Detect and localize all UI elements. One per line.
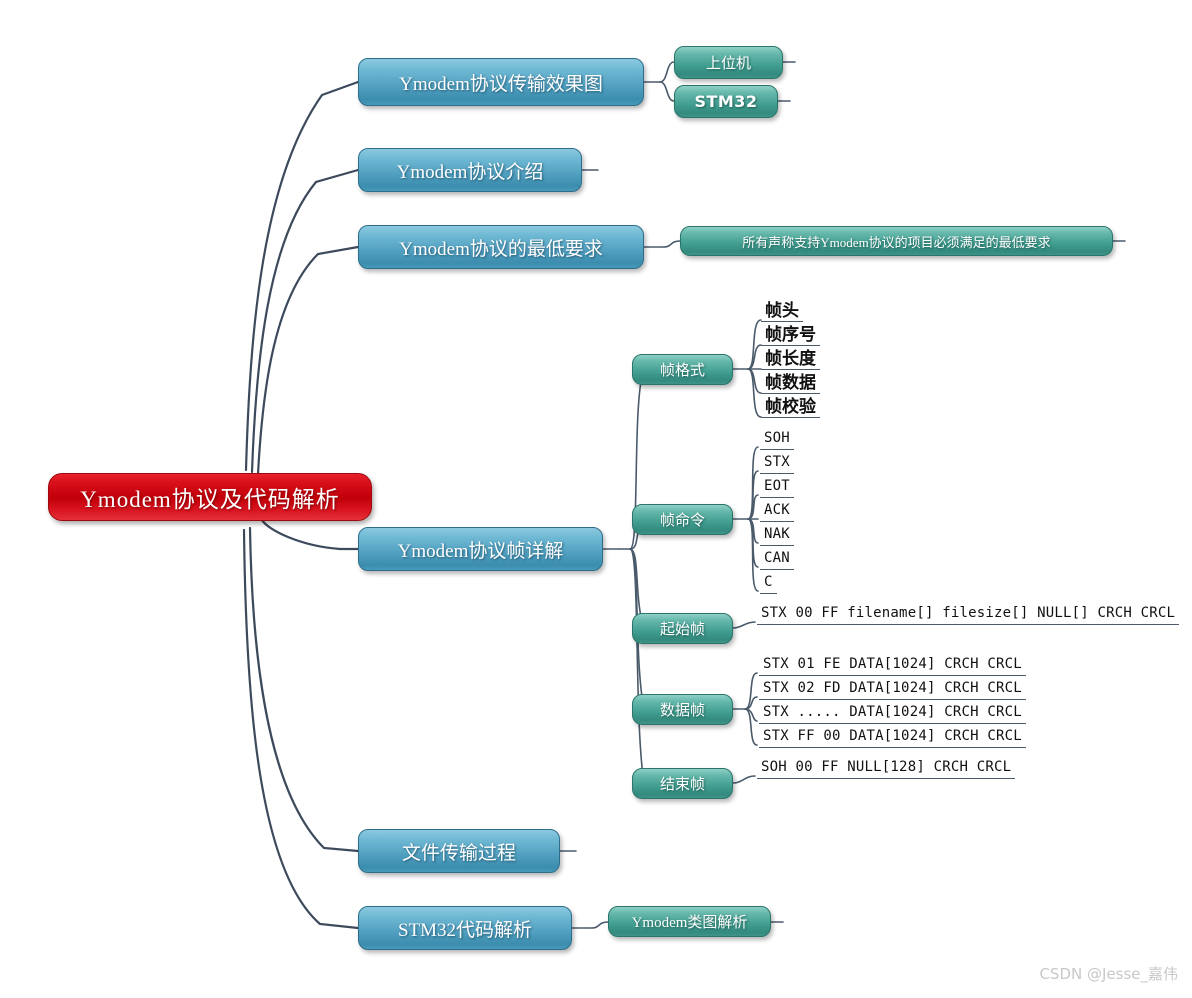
child-node-label: 帧格式 [659, 363, 705, 379]
child-node-label: 起始帧 [659, 622, 705, 638]
leaf-label[interactable]: STX 00 FF filename[] filesize[] NULL[] C… [757, 604, 1180, 625]
child-node-data-frame[interactable]: 数据帧 [632, 694, 733, 725]
branch-node-minimum-requirements[interactable]: Ymodem协议的最低要求 [358, 225, 644, 269]
child-node-label: 结束帧 [659, 777, 705, 793]
leaf-label[interactable]: EOT [760, 477, 794, 498]
branch-node-file-transfer-process[interactable]: 文件传输过程 [358, 829, 560, 873]
leaf-label[interactable]: SOH [760, 429, 794, 450]
child-node-frame-format[interactable]: 帧格式 [632, 354, 733, 385]
leaf-label[interactable]: SOH 00 FF NULL[128] CRCH CRCL [757, 758, 1016, 779]
child-node-label: 数据帧 [659, 703, 705, 719]
leaf-label[interactable]: NAK [760, 525, 794, 546]
leaf-label[interactable]: STX FF 00 DATA[1024] CRCH CRCL [759, 727, 1026, 748]
child-node-end-frame[interactable]: 结束帧 [632, 768, 733, 799]
child-node-minimum-requirements-detail[interactable]: 所有声称支持Ymodem协议的项目必须满足的最低要求 [680, 226, 1113, 256]
child-node-label: 帧命令 [659, 513, 705, 529]
child-node-host-computer[interactable]: 上位机 [674, 46, 783, 79]
branch-node-label: Ymodem协议帧详解 [397, 540, 564, 562]
leaf-label[interactable]: 帧数据 [761, 373, 820, 394]
branch-node-protocol-intro[interactable]: Ymodem协议介绍 [358, 148, 582, 192]
leaf-label[interactable]: STX ..... DATA[1024] CRCH CRCL [759, 703, 1026, 724]
leaf-label[interactable]: 帧序号 [761, 325, 820, 346]
leaf-label[interactable]: STX 02 FD DATA[1024] CRCH CRCL [759, 679, 1026, 700]
branch-node-label: STM32代码解析 [397, 919, 533, 941]
branch-node-stm32-code-analysis[interactable]: STM32代码解析 [358, 906, 572, 950]
branch-node-label: 文件传输过程 [401, 842, 516, 864]
leaf-label[interactable]: STX 01 FE DATA[1024] CRCH CRCL [759, 655, 1026, 676]
csdn-watermark: CSDN @Jesse_嘉伟 [1039, 965, 1178, 983]
leaf-label[interactable]: CAN [760, 549, 794, 570]
leaf-label[interactable]: ACK [760, 501, 794, 522]
branch-node-label: Ymodem协议传输效果图 [399, 73, 603, 95]
branch-node-frame-details[interactable]: Ymodem协议帧详解 [358, 527, 603, 571]
child-node-label: 所有声称支持Ymodem协议的项目必须满足的最低要求 [742, 234, 1051, 250]
branch-node-transfer-diagram[interactable]: Ymodem协议传输效果图 [358, 58, 644, 106]
leaf-label[interactable]: STX [760, 453, 794, 474]
child-node-label: 上位机 [705, 56, 751, 72]
root-node-label: Ymodem协议及代码解析 [80, 487, 340, 512]
child-node-frame-command[interactable]: 帧命令 [632, 504, 733, 535]
child-node-start-frame[interactable]: 起始帧 [632, 613, 733, 644]
branch-node-label: Ymodem协议介绍 [396, 161, 544, 183]
leaf-label[interactable]: 帧长度 [761, 349, 820, 370]
child-node-label: STM32 [694, 92, 758, 111]
branch-node-label: Ymodem协议的最低要求 [399, 238, 603, 260]
root-node[interactable]: Ymodem协议及代码解析 [48, 473, 372, 521]
leaf-label[interactable]: 帧头 [761, 301, 803, 322]
child-node-ymodem-class-diagram[interactable]: Ymodem类图解析 [608, 906, 771, 937]
leaf-label[interactable]: C [760, 573, 777, 594]
leaf-label[interactable]: 帧校验 [761, 397, 820, 418]
child-node-stm32[interactable]: STM32 [674, 85, 778, 118]
child-node-label: Ymodem类图解析 [631, 915, 748, 931]
mindmap-canvas: Ymodem协议及代码解析 Ymodem协议传输效果图 Ymodem协议介绍 Y… [0, 0, 1192, 998]
